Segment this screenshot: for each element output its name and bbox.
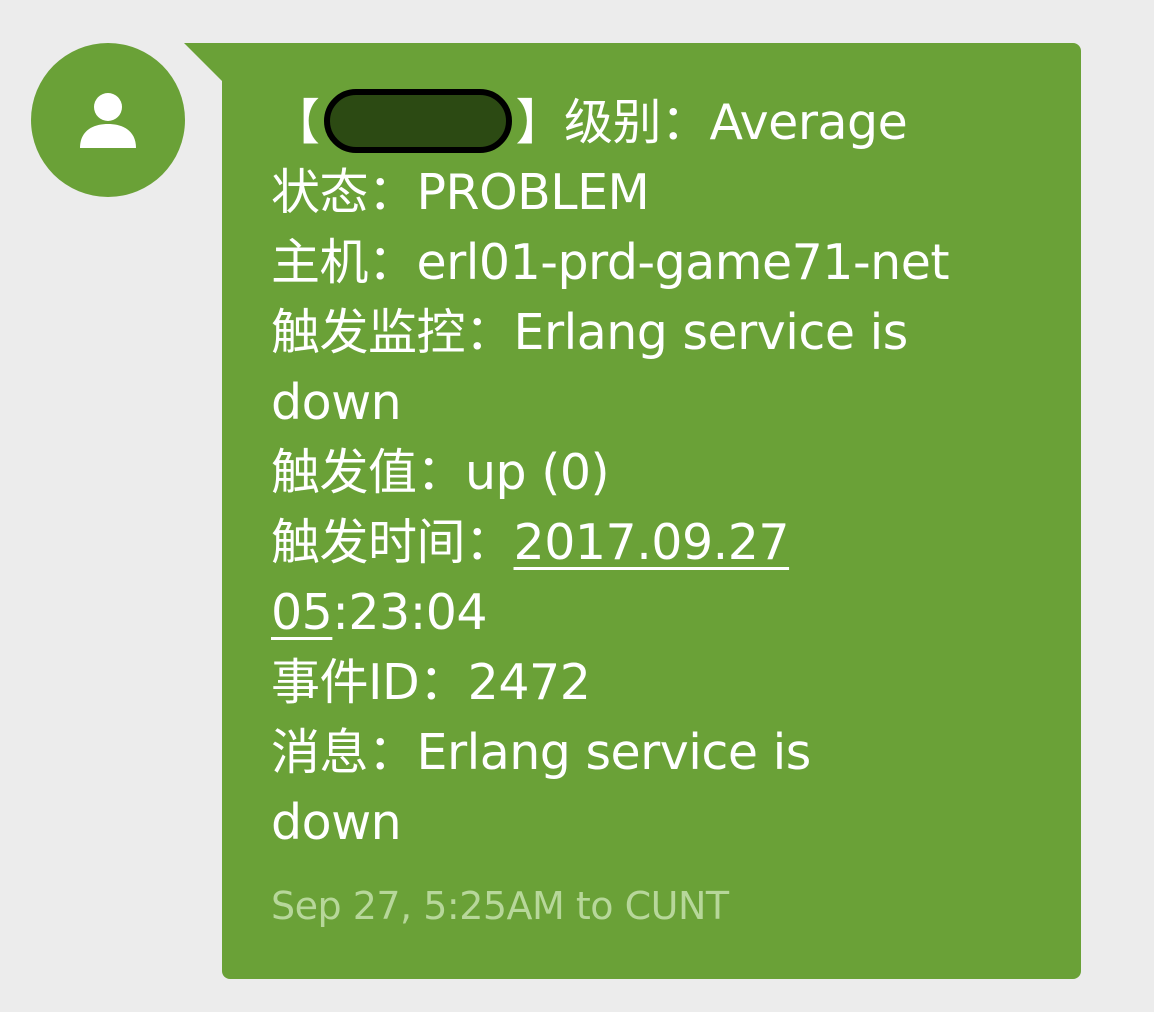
trigger-time-label: 触发时间： — [271, 514, 514, 571]
sms-conversation-view: 【 】级别：Average 状态：PROBLEM 主机：erl01-prd-gam… — [0, 0, 1154, 1012]
message-line: 消息：Erlang service is — [271, 724, 811, 781]
redacted-name — [323, 89, 512, 153]
close-bracket: 】 — [515, 94, 565, 151]
trigger-value-line: 触发值：up (0) — [271, 444, 610, 501]
sender-avatar[interactable] — [31, 43, 185, 197]
status-line: 状态：PROBLEM — [271, 164, 650, 221]
event-id-line: 事件ID：2472 — [271, 654, 591, 711]
alert-level-line: 【 】级别：Average — [271, 88, 1051, 158]
message-line-cont: down — [271, 794, 402, 851]
trigger-time-line-cont: 05:23:04 — [271, 578, 1051, 648]
trigger-time-rest: :23:04 — [332, 584, 488, 641]
open-bracket: 【 — [271, 94, 320, 151]
person-icon — [80, 93, 136, 148]
trigger-time-hour-link[interactable]: 05 — [271, 584, 333, 641]
trigger-monitor-line: 触发监控：Erlang service is — [271, 304, 908, 361]
host-line: 主机：erl01-prd-game71-net — [271, 234, 950, 291]
trigger-monitor-line-cont: down — [271, 374, 402, 431]
message-timestamp: Sep 27, 5:25AM to CUNT — [271, 884, 729, 928]
alert-level: 级别：Average — [564, 94, 908, 151]
message-body[interactable]: 【 】级别：Average 状态：PROBLEM 主机：erl01-prd-gam… — [271, 88, 1051, 858]
trigger-time-line: 触发时间：2017.09.27 — [271, 508, 1051, 578]
trigger-time-date-link[interactable]: 2017.09.27 — [514, 514, 790, 571]
